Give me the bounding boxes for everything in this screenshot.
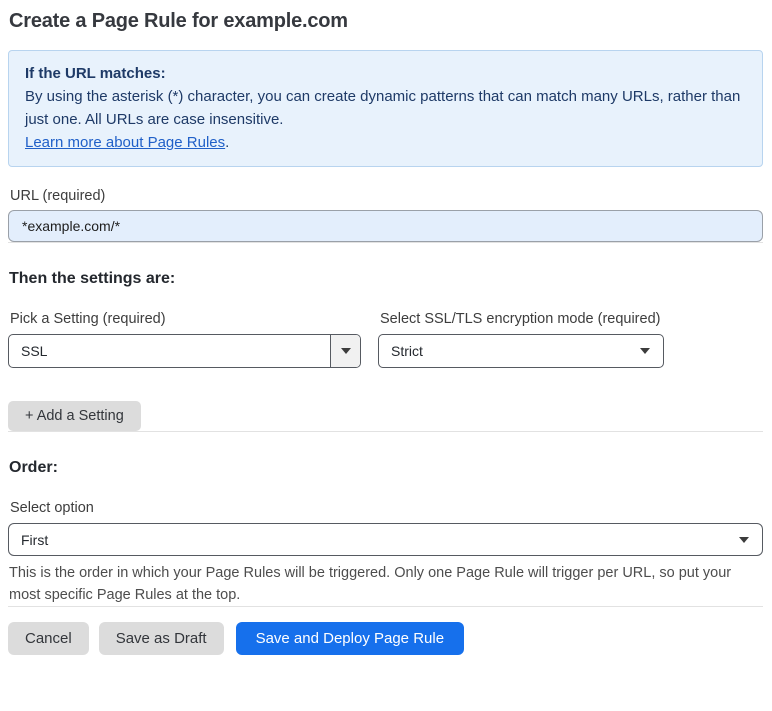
ssl-mode-group: Select SSL/TLS encryption mode (required… <box>378 311 664 368</box>
setting-select[interactable]: SSL <box>8 334 361 368</box>
pick-setting-label: Pick a Setting (required) <box>10 311 166 327</box>
save-deploy-button[interactable]: Save and Deploy Page Rule <box>235 622 465 655</box>
section-divider <box>8 242 763 243</box>
settings-row: Pick a Setting (required) SSL Select SSL… <box>8 311 763 368</box>
link-period: . <box>225 134 230 151</box>
chevron-down-icon <box>330 335 360 367</box>
section-divider <box>8 606 763 607</box>
chevron-down-icon <box>739 536 749 543</box>
page-title: Create a Page Rule for example.com <box>9 10 348 32</box>
setting-select-value: SSL <box>21 343 48 359</box>
save-draft-button[interactable]: Save as Draft <box>98 622 224 655</box>
order-heading: Order: <box>9 459 58 476</box>
ssl-mode-select-value: Strict <box>391 343 423 359</box>
order-help-text: This is the order in which your Page Rul… <box>9 565 732 603</box>
url-input[interactable] <box>8 210 763 242</box>
cancel-button[interactable]: Cancel <box>8 622 89 655</box>
info-box-body: By using the asterisk (*) character, you… <box>25 88 741 128</box>
footer-actions: Cancel Save as Draft Save and Deploy Pag… <box>8 622 763 655</box>
setting-picker-group: Pick a Setting (required) SSL <box>8 311 361 368</box>
info-box-heading: If the URL matches: <box>25 65 166 82</box>
section-divider <box>8 431 763 432</box>
learn-more-link[interactable]: Learn more about Page Rules <box>25 134 225 151</box>
add-setting-button[interactable]: + Add a Setting <box>8 401 141 431</box>
order-select-label: Select option <box>10 500 94 516</box>
info-box-link-line: Learn more about Page Rules. <box>25 131 746 154</box>
url-label: URL (required) <box>10 188 106 204</box>
create-page-rule-form: Create a Page Rule for example.com If th… <box>0 0 772 655</box>
order-select-value: First <box>21 531 49 548</box>
chevron-down-icon <box>640 348 650 354</box>
settings-heading: Then the settings are: <box>9 270 176 287</box>
url-match-info-box: If the URL matches: By using the asteris… <box>8 50 763 167</box>
ssl-mode-select[interactable]: Strict <box>378 334 664 368</box>
ssl-mode-label: Select SSL/TLS encryption mode (required… <box>380 311 661 327</box>
order-select[interactable]: First <box>8 523 763 556</box>
